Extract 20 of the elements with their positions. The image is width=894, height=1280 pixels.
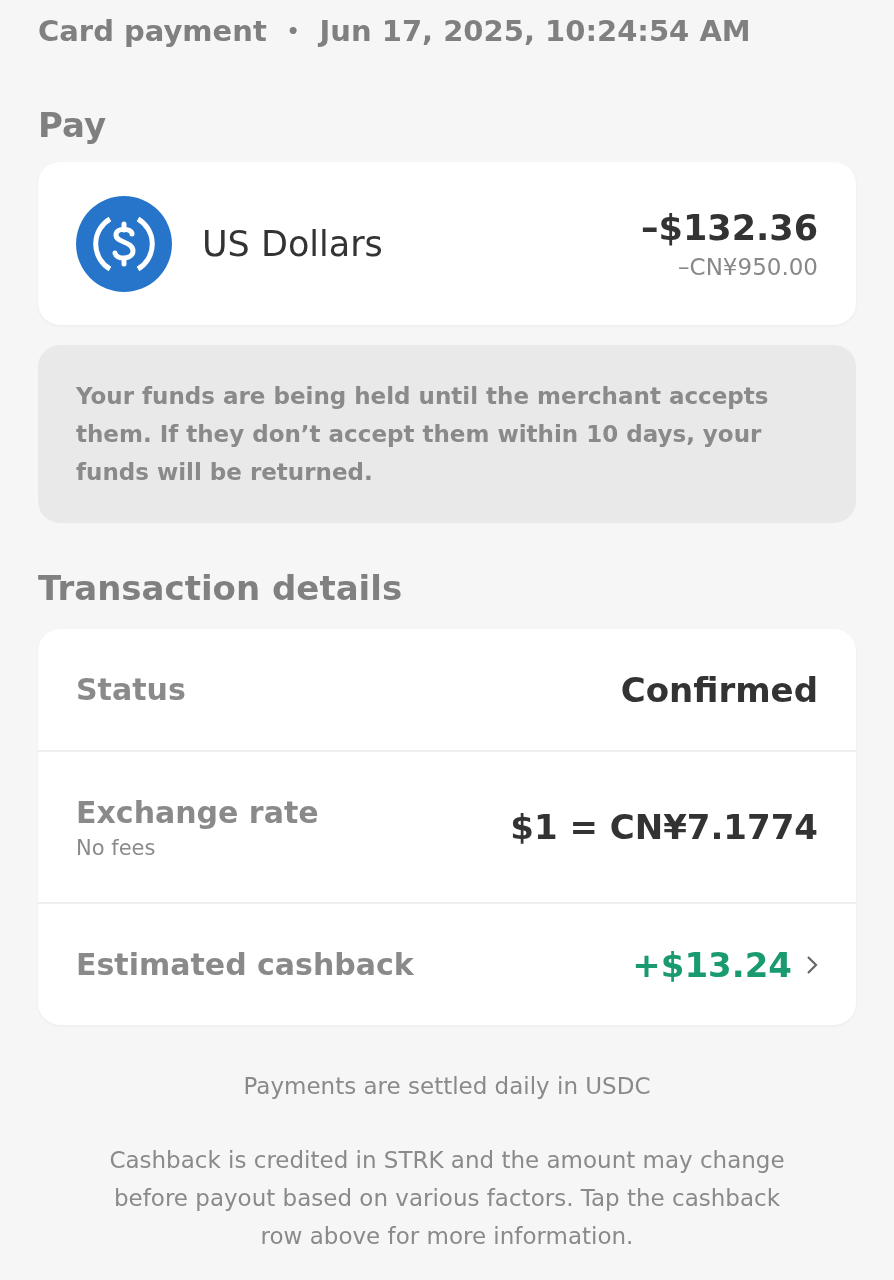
chevron-right-icon[interactable] bbox=[806, 954, 818, 975]
local-amount: –CN¥950.00 bbox=[678, 253, 818, 280]
section-title: Transaction details bbox=[38, 567, 404, 610]
hold-notice: Your funds are being held until the merchant accepts them. If they don’t accept them within 10 days, your funds will be returned. bbox=[38, 345, 856, 523]
dollar-coin-icon bbox=[76, 195, 172, 292]
separator-dot: • bbox=[286, 19, 300, 43]
row-label: Estimated cashback bbox=[76, 947, 415, 982]
row-value: Confirmed bbox=[620, 669, 818, 710]
row-sublabel: No fees bbox=[76, 835, 157, 860]
cashback-value[interactable]: +$13.24 bbox=[632, 944, 792, 985]
payment-datetime: Jun 17, 2025, 10:24:54 AM bbox=[319, 14, 751, 48]
footer-note: Payments are settled daily in USDC bbox=[242, 1072, 652, 1101]
payment-type: Card payment bbox=[38, 14, 267, 48]
row-label: Status bbox=[76, 672, 187, 707]
currency-name: US Dollars bbox=[202, 223, 384, 264]
footer-note: Cashback is credited in STRK and the amount may change before payout based on various factors. Tap the cashback row above for more information. bbox=[108, 1146, 786, 1251]
row-label: Exchange rate bbox=[76, 794, 320, 830]
section-title: Pay bbox=[38, 104, 108, 147]
payment-amount: –$132.36 bbox=[641, 207, 818, 248]
row-value: $1 = CN¥7.1774 bbox=[510, 807, 818, 847]
